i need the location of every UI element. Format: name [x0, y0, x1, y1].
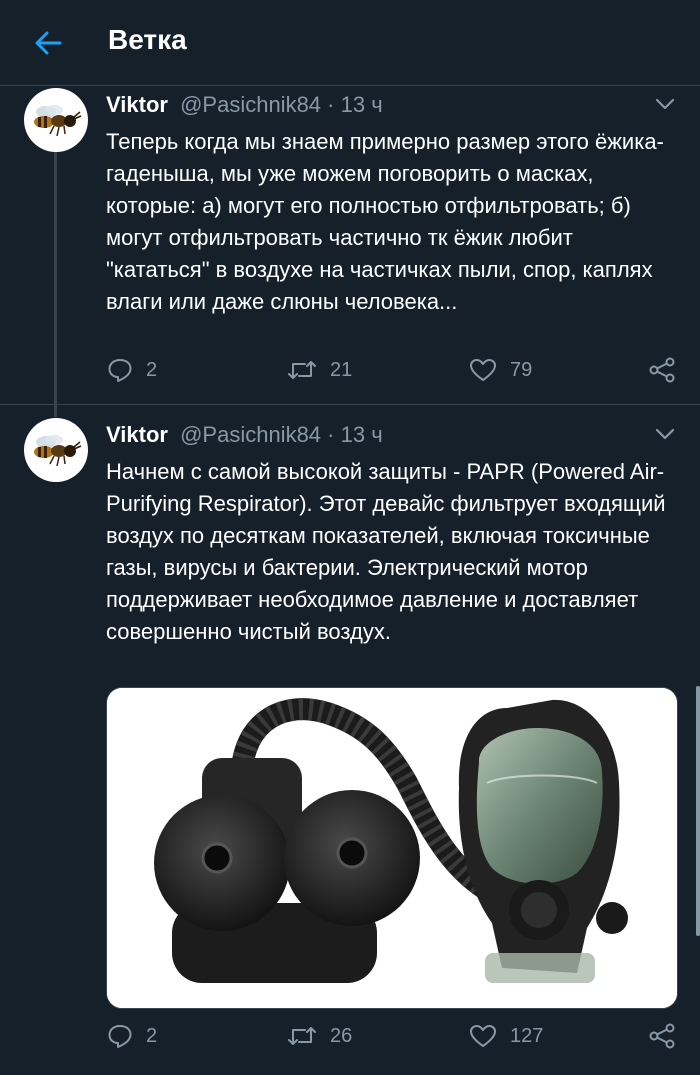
- retweet-icon: [288, 361, 316, 379]
- retweet-count: 21: [330, 358, 353, 381]
- share-icon: [649, 1023, 675, 1049]
- like-button[interactable]: 79: [468, 356, 532, 384]
- chevron-down-icon[interactable]: [654, 427, 676, 441]
- reply-count: 2: [146, 1024, 158, 1047]
- tweet-actions: 2 21 79: [0, 356, 700, 390]
- reply-icon: [108, 359, 132, 382]
- author-name[interactable]: Viktor: [106, 422, 168, 447]
- share-icon: [649, 357, 675, 383]
- tweet-text: Начнем с самой высокой защиты - PAPR (Po…: [106, 459, 666, 644]
- header: Ветка: [0, 0, 700, 86]
- share-button[interactable]: [648, 356, 688, 384]
- back-arrow-icon[interactable]: [30, 26, 66, 60]
- retweet-icon: [288, 1027, 316, 1045]
- reply-icon: [108, 1025, 132, 1048]
- scrollbar[interactable]: [696, 686, 700, 936]
- like-icon: [470, 1025, 496, 1047]
- separator: ·: [327, 422, 335, 447]
- bee-icon: [34, 105, 82, 137]
- tweet-time[interactable]: 13 ч: [341, 422, 383, 447]
- tweet-media-image[interactable]: [106, 687, 678, 1009]
- share-button[interactable]: [648, 1022, 688, 1050]
- tweet-time[interactable]: 13 ч: [341, 92, 383, 117]
- retweet-button[interactable]: 26: [286, 1022, 352, 1050]
- page-title: Ветка: [108, 24, 187, 55]
- like-button[interactable]: 127: [468, 1022, 543, 1050]
- separator: ·: [327, 92, 335, 117]
- reply-button[interactable]: 2: [106, 1022, 157, 1050]
- tweet-header: Viktor @Pasichnik84 · 13 ч: [106, 92, 383, 118]
- chevron-down-icon[interactable]: [654, 97, 676, 111]
- papr-respirator-image: [107, 688, 677, 1008]
- author-handle[interactable]: @Pasichnik84: [180, 92, 321, 117]
- like-count: 79: [510, 358, 533, 381]
- like-count: 127: [510, 1024, 544, 1047]
- like-icon: [470, 359, 496, 381]
- author-handle[interactable]: @Pasichnik84: [180, 422, 321, 447]
- author-name[interactable]: Viktor: [106, 92, 168, 117]
- tweet-actions: 2 26 127: [0, 1022, 700, 1056]
- tweet-divider: [0, 404, 700, 405]
- retweet-count: 26: [330, 1024, 353, 1047]
- avatar[interactable]: [24, 418, 88, 482]
- retweet-button[interactable]: 21: [286, 356, 352, 384]
- tweet-header: Viktor @Pasichnik84 · 13 ч: [106, 422, 383, 448]
- reply-button[interactable]: 2: [106, 356, 157, 384]
- avatar[interactable]: [24, 88, 88, 152]
- reply-count: 2: [146, 358, 158, 381]
- tweet-text: Теперь когда мы знаем примерно размер эт…: [106, 129, 664, 314]
- bee-icon: [34, 435, 82, 467]
